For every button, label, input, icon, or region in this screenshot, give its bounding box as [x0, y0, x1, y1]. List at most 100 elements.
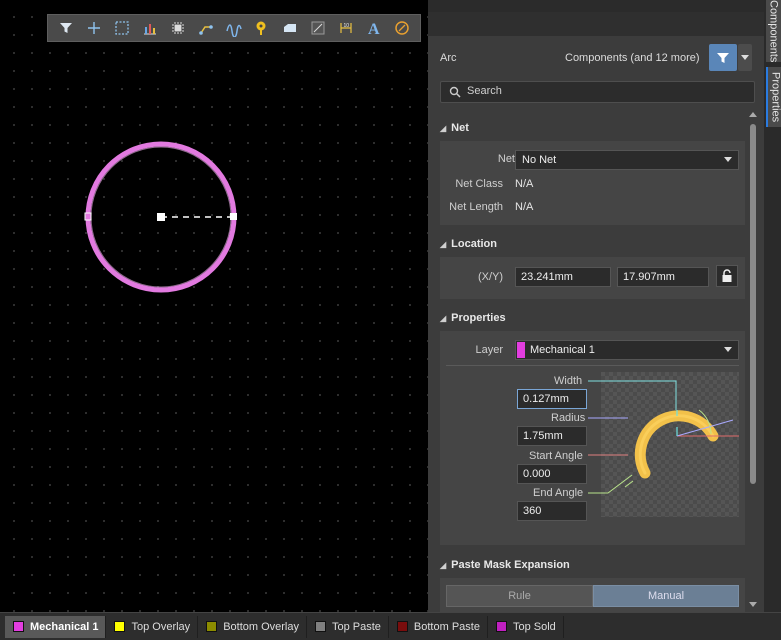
properties-section-title: Properties — [451, 312, 505, 324]
radius-field[interactable]: 1.75mm — [517, 426, 587, 446]
divider — [446, 365, 739, 366]
layer-dropdown[interactable]: Mechanical 1 — [515, 340, 739, 360]
layer-tab-label: Bottom Overlay — [223, 621, 299, 633]
net-length-value: N/A — [515, 201, 533, 213]
layer-tab-top-solder[interactable]: Top Sold — [488, 616, 564, 638]
pad-icon[interactable] — [251, 17, 273, 39]
chevron-down-icon — [724, 347, 732, 352]
collapse-triangle-icon: ◢ — [440, 124, 446, 133]
layer-tab-label: Top Overlay — [131, 621, 190, 633]
svg-text:10: 10 — [344, 23, 350, 29]
filter-summary: Components (and 12 more) — [565, 52, 700, 64]
layer-tab-label: Mechanical 1 — [30, 621, 98, 633]
layer-tab-label: Top Sold — [513, 621, 556, 633]
route-icon[interactable] — [195, 17, 217, 39]
chevron-down-icon — [724, 157, 732, 162]
layer-swatch — [206, 621, 217, 632]
layer-tab-bottom-overlay[interactable]: Bottom Overlay — [198, 616, 307, 638]
selected-arc[interactable] — [80, 136, 245, 301]
end-angle-field[interactable]: 360 — [517, 501, 587, 521]
net-section-body: Net No Net Net Class N/A Net Length N/A — [440, 141, 745, 225]
radius-label: Radius — [551, 412, 585, 424]
net-dropdown[interactable]: No Net — [515, 150, 739, 170]
select-rect-icon[interactable] — [111, 17, 133, 39]
paste-mask-section-header[interactable]: ◢ Paste Mask Expansion — [440, 559, 570, 571]
layer-tab-label: Bottom Paste — [414, 621, 480, 633]
filter-button[interactable] — [709, 44, 737, 71]
panel-scrollbar[interactable] — [748, 108, 758, 608]
layer-tab-bottom-paste[interactable]: Bottom Paste — [389, 616, 488, 638]
active-bar-toolbar: 10 A — [47, 14, 421, 42]
net-value: No Net — [522, 154, 556, 166]
start-angle-label: Start Angle — [529, 450, 583, 462]
x-field[interactable]: 23.241mm — [515, 267, 611, 287]
search-icon — [449, 86, 461, 98]
layer-tabs-bar: Mechanical 1 Top Overlay Bottom Overlay … — [0, 612, 781, 640]
text-icon[interactable]: A — [363, 17, 385, 39]
scroll-down-icon[interactable] — [749, 602, 757, 607]
component-icon[interactable] — [167, 17, 189, 39]
properties-panel: Arc Components (and 12 more) Search ◢ Net… — [428, 0, 764, 612]
search-placeholder: Search — [467, 85, 502, 97]
properties-section-header[interactable]: ◢ Properties — [440, 312, 506, 324]
collapse-triangle-icon: ◢ — [440, 561, 446, 570]
pcb-canvas[interactable] — [0, 0, 428, 612]
width-label: Width — [554, 375, 582, 387]
diagram-leader-lines — [588, 375, 678, 500]
layer-swatch — [114, 621, 125, 632]
layer-swatch — [496, 621, 507, 632]
scroll-up-icon[interactable] — [749, 112, 757, 117]
layer-value: Mechanical 1 — [530, 344, 595, 356]
paste-mask-section-body: Rule Manual — [440, 578, 745, 612]
crosshair-icon[interactable] — [83, 17, 105, 39]
net-class-value: N/A — [515, 178, 533, 190]
layer-label: Layer — [475, 344, 503, 356]
y-field[interactable]: 17.907mm — [617, 267, 709, 287]
dimension-icon[interactable]: 10 — [335, 17, 357, 39]
layer-tab-top-overlay[interactable]: Top Overlay — [106, 616, 198, 638]
layer-swatch — [315, 621, 326, 632]
location-section-header[interactable]: ◢ Location — [440, 238, 497, 250]
scrollbar-thumb[interactable] — [750, 124, 756, 484]
layer-tab-label: Top Paste — [332, 621, 381, 633]
filter-icon[interactable] — [55, 17, 77, 39]
filter-dropdown-button[interactable] — [738, 44, 752, 71]
layer-swatch — [13, 621, 24, 632]
interactive-route-icon[interactable] — [223, 17, 245, 39]
start-angle-field[interactable]: 0.000 — [517, 464, 587, 484]
chevron-down-icon — [741, 55, 749, 60]
net-label: Net — [498, 153, 515, 165]
net-section-title: Net — [451, 122, 469, 134]
net-section-header[interactable]: ◢ Net — [440, 122, 469, 134]
net-length-label: Net Length — [449, 201, 503, 213]
tab-components[interactable]: Components — [766, 0, 781, 62]
object-type-label: Arc — [440, 52, 457, 64]
chart-icon[interactable] — [139, 17, 161, 39]
layer-swatch — [397, 621, 408, 632]
arc-tool-icon[interactable] — [391, 17, 413, 39]
collapse-triangle-icon: ◢ — [440, 314, 446, 323]
rule-toggle[interactable]: Rule — [446, 585, 593, 607]
center-handle[interactable] — [157, 213, 165, 221]
location-section-title: Location — [451, 238, 497, 250]
unlock-icon — [721, 269, 733, 283]
tab-properties[interactable]: Properties — [766, 67, 781, 127]
line-region-icon[interactable] — [307, 17, 329, 39]
location-section-body: (X/Y) 23.241mm 17.907mm — [440, 257, 745, 299]
radius-handle[interactable] — [230, 213, 237, 220]
search-input[interactable]: Search — [440, 81, 755, 103]
layer-tab-mechanical-1[interactable]: Mechanical 1 — [5, 616, 106, 638]
tab-properties-label: Properties — [770, 72, 781, 122]
layer-color-swatch — [517, 342, 525, 358]
collapse-triangle-icon: ◢ — [440, 240, 446, 249]
manual-toggle[interactable]: Manual — [593, 585, 739, 607]
lock-button[interactable] — [716, 265, 738, 287]
paste-mask-section-title: Paste Mask Expansion — [451, 559, 570, 571]
width-field[interactable]: 0.127mm — [517, 389, 587, 409]
svg-text:A: A — [368, 21, 380, 37]
end-angle-label: End Angle — [533, 487, 583, 499]
filter-icon — [716, 51, 730, 65]
fill-icon[interactable] — [279, 17, 301, 39]
panel-title-bar — [428, 12, 764, 36]
layer-tab-top-paste[interactable]: Top Paste — [307, 616, 389, 638]
